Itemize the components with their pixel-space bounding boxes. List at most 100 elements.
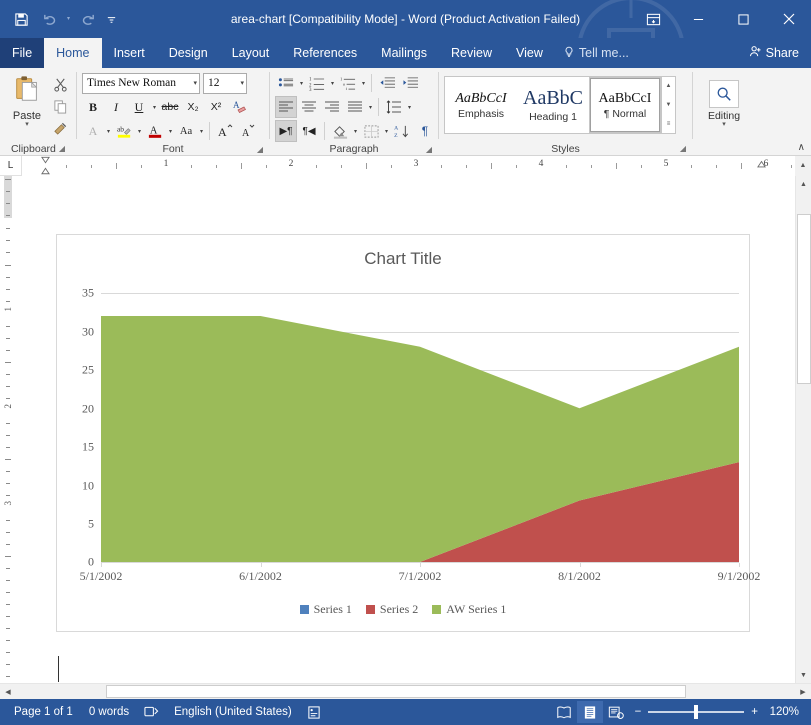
- align-left-icon[interactable]: [275, 96, 297, 118]
- styles-scroll-down-icon[interactable]: ▼: [662, 96, 675, 115]
- superscript-button[interactable]: X²: [205, 96, 227, 118]
- justify-caret-icon[interactable]: ▾: [367, 104, 374, 111]
- word-count[interactable]: 0 words: [81, 699, 137, 725]
- strikethrough-button[interactable]: abc: [159, 96, 181, 118]
- borders-caret-icon[interactable]: ▾: [383, 128, 390, 135]
- italic-button[interactable]: I: [105, 96, 127, 118]
- tab-home[interactable]: Home: [44, 38, 101, 68]
- zoom-slider[interactable]: [648, 705, 744, 719]
- zoom-percentage[interactable]: 120%: [765, 706, 799, 718]
- paragraph-dialog-launcher-icon[interactable]: ◢: [426, 145, 432, 154]
- shading-caret-icon[interactable]: ▾: [352, 128, 359, 135]
- style-normal[interactable]: AaBbCcI ¶ Normal: [589, 77, 661, 133]
- undo-icon[interactable]: [36, 6, 62, 32]
- align-right-icon[interactable]: [321, 96, 343, 118]
- document-page[interactable]: Chart Title 35 30 25 20 15: [38, 176, 777, 683]
- tab-mailings[interactable]: Mailings: [369, 38, 439, 68]
- minimize-button[interactable]: [676, 0, 721, 38]
- horizontal-scroll-thumb[interactable]: [106, 685, 686, 698]
- share-button[interactable]: Share: [737, 38, 811, 68]
- horizontal-scroll-track[interactable]: [16, 684, 795, 700]
- legend-item-aw-series-1[interactable]: AW Series 1: [432, 602, 506, 617]
- paste-caret-icon[interactable]: ▾: [25, 122, 29, 128]
- scroll-down-button[interactable]: ▼: [796, 667, 811, 683]
- tab-review[interactable]: Review: [439, 38, 504, 68]
- accessibility-icon[interactable]: [300, 699, 328, 725]
- rtl-text-direction-icon[interactable]: ¶◀: [298, 120, 320, 142]
- vertical-ruler[interactable]: 1 2 3: [0, 176, 16, 683]
- scroll-up-arrow-top[interactable]: ▲: [795, 156, 811, 176]
- save-icon[interactable]: [8, 6, 34, 32]
- highlight-button[interactable]: ab: [113, 120, 135, 142]
- numbering-caret-icon[interactable]: ▾: [329, 80, 336, 87]
- font-color-caret-icon[interactable]: ▾: [167, 128, 174, 135]
- align-center-icon[interactable]: [298, 96, 320, 118]
- text-effects-button[interactable]: A: [82, 120, 104, 142]
- borders-icon[interactable]: [360, 120, 382, 142]
- shrink-font-button[interactable]: A: [237, 120, 259, 142]
- undo-caret-icon[interactable]: ▾: [64, 6, 73, 32]
- redo-icon[interactable]: [75, 6, 101, 32]
- proofing-errors-icon[interactable]: [137, 699, 166, 725]
- font-name-caret-icon[interactable]: ▾: [190, 79, 197, 87]
- font-color-button[interactable]: A: [144, 120, 166, 142]
- numbering-icon[interactable]: 123: [306, 72, 328, 94]
- area-chart[interactable]: Chart Title 35 30 25 20 15: [56, 234, 750, 632]
- change-case-caret-icon[interactable]: ▾: [198, 128, 205, 135]
- editing-button[interactable]: Editing ▾: [698, 78, 750, 128]
- zoom-out-button[interactable]: −: [635, 706, 642, 718]
- ltr-text-direction-icon[interactable]: ▶¶: [275, 120, 297, 142]
- ruler-track[interactable]: 1 2 3 4 5 6: [22, 156, 795, 176]
- increase-indent-icon[interactable]: [399, 72, 421, 94]
- style-emphasis[interactable]: AaBbCcI Emphasis: [445, 77, 517, 133]
- highlight-caret-icon[interactable]: ▾: [136, 128, 143, 135]
- grow-font-button[interactable]: A: [214, 120, 236, 142]
- print-layout-icon[interactable]: [577, 701, 603, 723]
- tab-view[interactable]: View: [504, 38, 555, 68]
- show-paragraph-marks-icon[interactable]: ¶: [414, 120, 436, 142]
- read-mode-icon[interactable]: [551, 701, 577, 723]
- scroll-up-button[interactable]: ▲: [796, 176, 811, 192]
- ribbon-display-options-icon[interactable]: [631, 0, 676, 38]
- tab-file[interactable]: File: [0, 38, 44, 68]
- tab-layout[interactable]: Layout: [220, 38, 282, 68]
- close-button[interactable]: [766, 0, 811, 38]
- language-indicator[interactable]: English (United States): [166, 699, 300, 725]
- tab-insert[interactable]: Insert: [102, 38, 157, 68]
- font-size-caret-icon[interactable]: ▾: [237, 79, 244, 87]
- style-heading-1[interactable]: AaBbC Heading 1: [517, 77, 589, 133]
- font-dialog-launcher-icon[interactable]: ◢: [257, 145, 263, 154]
- document-scroll-area[interactable]: Chart Title 35 30 25 20 15: [16, 176, 795, 683]
- web-layout-icon[interactable]: [603, 701, 629, 723]
- format-painter-button[interactable]: [49, 119, 71, 138]
- tab-design[interactable]: Design: [157, 38, 220, 68]
- sort-icon[interactable]: AZ: [391, 120, 413, 142]
- bullets-icon[interactable]: [275, 72, 297, 94]
- multilevel-caret-icon[interactable]: ▾: [360, 80, 367, 87]
- maximize-button[interactable]: [721, 0, 766, 38]
- bold-button[interactable]: B: [82, 96, 104, 118]
- scroll-left-button[interactable]: ◀: [0, 684, 16, 700]
- justify-icon[interactable]: [344, 96, 366, 118]
- font-name-combo[interactable]: Times New Roman ▾: [82, 73, 200, 94]
- subscript-button[interactable]: X₂: [182, 96, 204, 118]
- scroll-right-button[interactable]: ▶: [795, 684, 811, 700]
- clipboard-dialog-launcher-icon[interactable]: ◢: [59, 144, 65, 153]
- vertical-scroll-thumb[interactable]: [797, 214, 811, 384]
- tab-stop-selector[interactable]: L: [0, 156, 22, 176]
- editing-caret-icon[interactable]: ▾: [722, 122, 726, 128]
- decrease-indent-icon[interactable]: [376, 72, 398, 94]
- legend-item-series-1[interactable]: Series 1: [300, 602, 352, 617]
- styles-more-icon[interactable]: ≡: [662, 114, 675, 133]
- copy-button[interactable]: [49, 97, 71, 116]
- underline-button[interactable]: U: [128, 96, 150, 118]
- shading-icon[interactable]: [329, 120, 351, 142]
- hanging-indent-marker[interactable]: [41, 167, 50, 176]
- page-indicator[interactable]: Page 1 of 1: [6, 699, 81, 725]
- customize-qat-icon[interactable]: [103, 6, 119, 32]
- underline-caret-icon[interactable]: ▾: [151, 104, 158, 111]
- styles-scroll-up-icon[interactable]: ▲: [662, 77, 675, 96]
- collapse-ribbon-icon[interactable]: ∧: [798, 142, 805, 153]
- clear-formatting-button[interactable]: A: [228, 96, 250, 118]
- vertical-scrollbar[interactable]: ▲ ▼: [795, 176, 811, 683]
